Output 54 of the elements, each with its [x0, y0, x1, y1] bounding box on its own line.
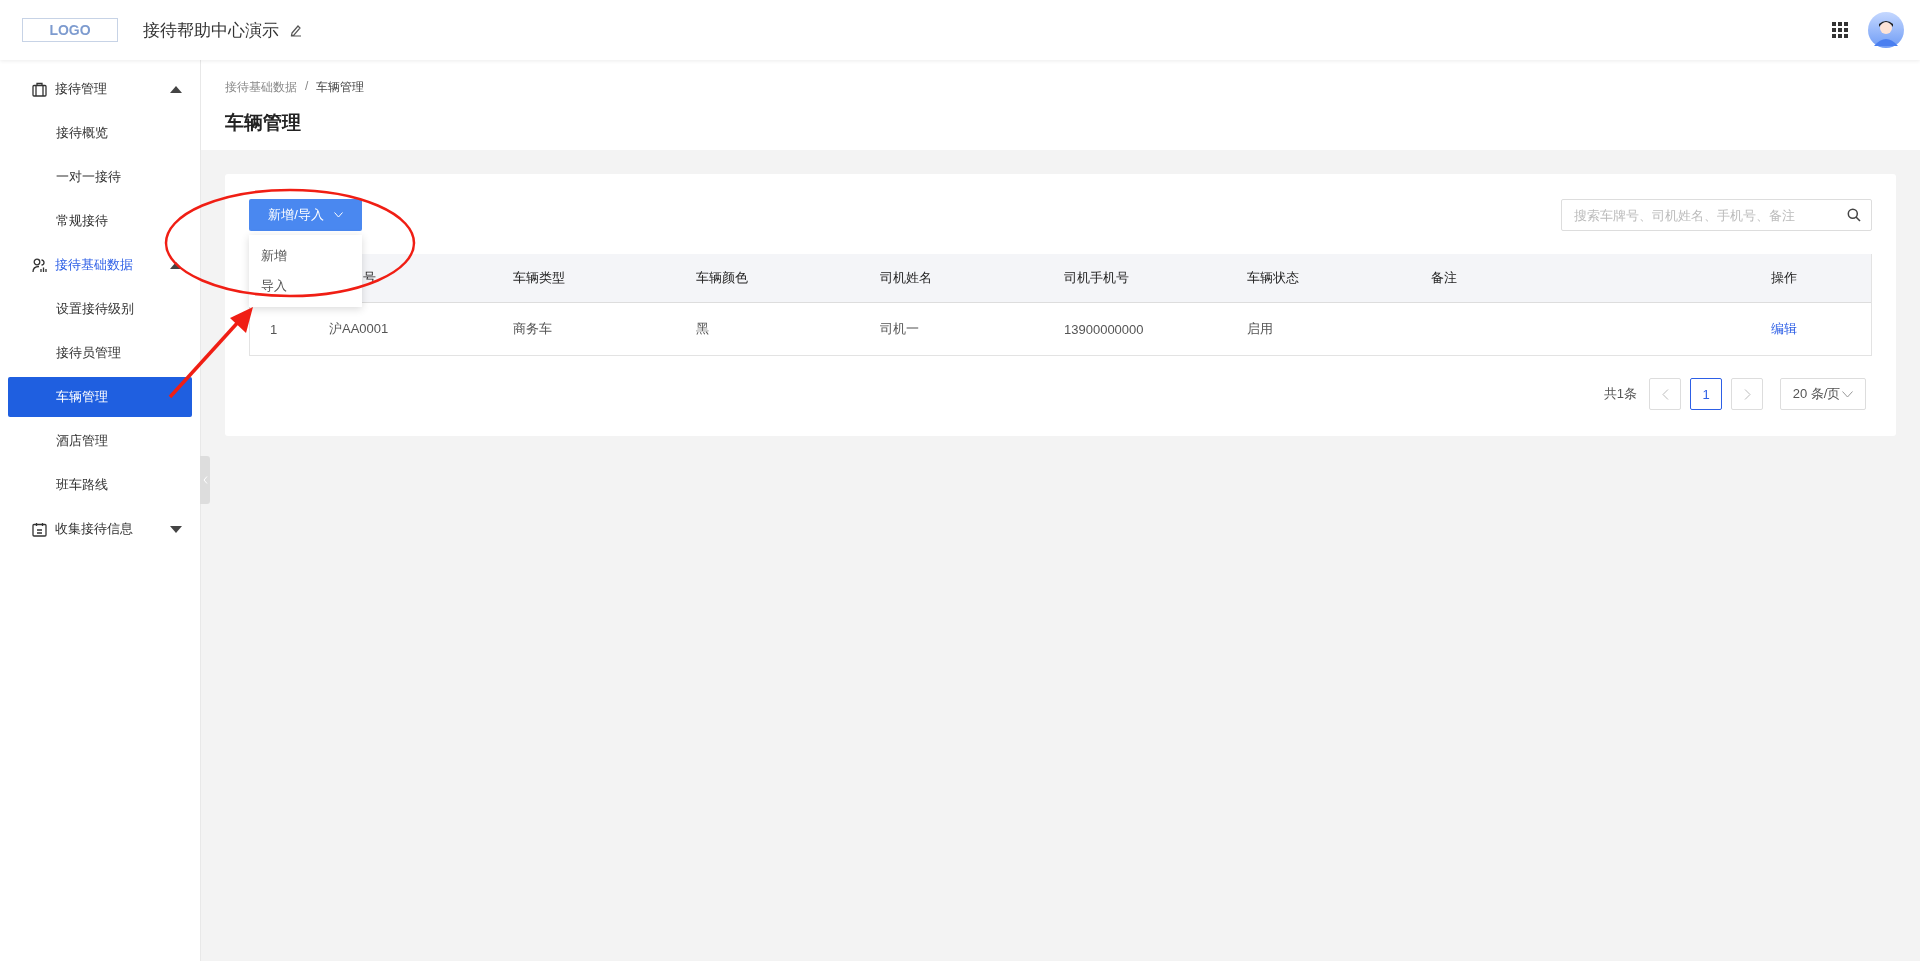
avatar[interactable]	[1868, 12, 1904, 48]
search-field[interactable]: 搜索车牌号、司机姓名、手机号、备注	[1561, 199, 1872, 231]
menu-item[interactable]: 设置接待级别	[8, 287, 192, 331]
apps-grid-icon[interactable]	[1832, 22, 1848, 38]
menu-group[interactable]: 接待基础数据	[0, 243, 200, 287]
breadcrumb-item[interactable]: 接待基础数据	[225, 79, 297, 96]
dropdown-item[interactable]: 导入	[249, 271, 362, 301]
column-header: 备注	[1431, 269, 1457, 287]
page-size-select[interactable]: 20 条/页	[1780, 378, 1866, 410]
table-cell: 沪AA0001	[329, 320, 389, 338]
menu-item[interactable]: 车辆管理	[8, 377, 192, 417]
breadcrumb-item: 车辆管理	[316, 79, 365, 96]
caret-icon	[170, 525, 182, 533]
caret-icon	[170, 85, 182, 93]
menu-item[interactable]: 接待概览	[8, 111, 192, 155]
calendar-icon	[32, 521, 47, 537]
chevron-left-icon	[202, 476, 208, 484]
chevron-down-icon	[333, 212, 343, 218]
collapse-handle[interactable]	[200, 456, 210, 504]
chevron-right-icon	[1743, 388, 1751, 400]
menu-item[interactable]: 一对一接待	[8, 155, 192, 199]
edit-link[interactable]: 编辑	[1771, 320, 1797, 338]
menu-item[interactable]: 酒店管理	[8, 419, 192, 463]
table-cell: 13900000000	[1064, 321, 1144, 337]
pencil-icon[interactable]	[289, 23, 303, 37]
caret-icon	[170, 261, 182, 269]
people-icon	[32, 257, 47, 273]
column-header: 司机姓名	[880, 269, 932, 287]
column-header: 车辆颜色	[696, 269, 748, 287]
table-cell: 1	[270, 321, 278, 337]
chevron-down-icon	[1842, 390, 1854, 398]
menu-item[interactable]: 接待员管理	[8, 331, 192, 375]
table-cell: 商务车	[513, 320, 552, 338]
column-header: 操作	[1771, 269, 1797, 287]
app-title: 接待帮助中心演示	[143, 19, 279, 42]
table-cell: 黑	[696, 320, 709, 338]
menu-item[interactable]: 班车路线	[8, 463, 192, 507]
column-header: 车辆状态	[1247, 269, 1299, 287]
logo: LOGO	[22, 18, 118, 42]
page-button[interactable]: 1	[1690, 378, 1722, 410]
table-cell: 启用	[1247, 320, 1273, 338]
chevron-left-icon	[1661, 388, 1669, 400]
menu-group[interactable]: 收集接待信息	[0, 507, 200, 551]
menu-group[interactable]: 接待管理	[0, 67, 200, 111]
breadcrumb-separator: /	[305, 79, 309, 95]
menu-item[interactable]: 常规接待	[8, 199, 192, 243]
column-header: 司机手机号	[1064, 269, 1129, 287]
column-header: 车辆类型	[513, 269, 565, 287]
table-cell: 司机一	[880, 320, 919, 338]
dropdown-item[interactable]: 新增	[249, 241, 362, 271]
briefcase-icon	[32, 81, 47, 97]
search-icon[interactable]	[1847, 208, 1861, 222]
total-count: 共1条	[1603, 385, 1637, 403]
page-title: 车辆管理	[225, 111, 302, 135]
